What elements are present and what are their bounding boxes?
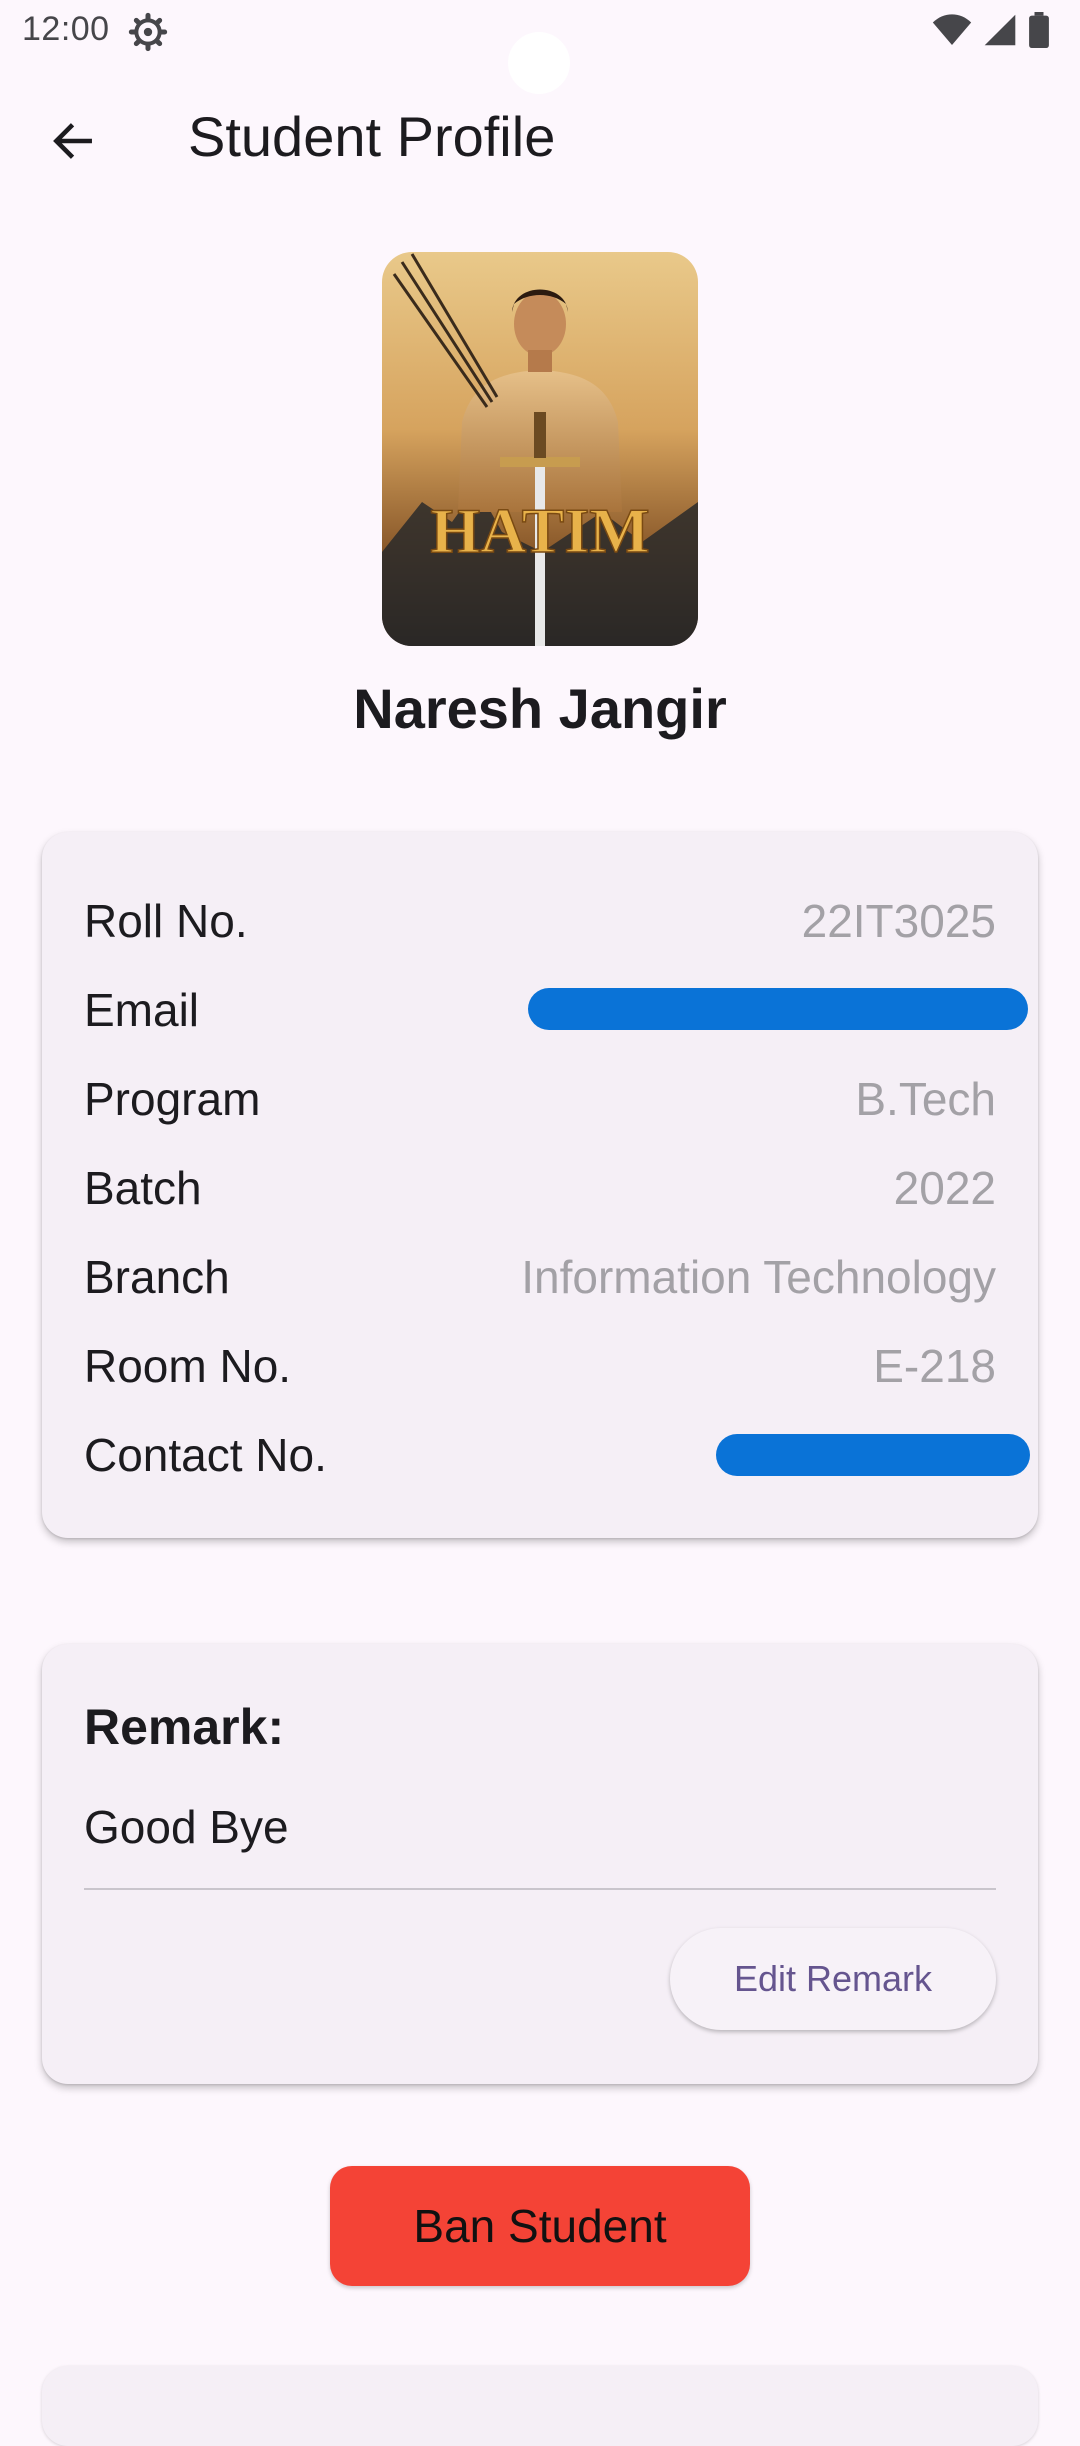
app-bar: Student Profile (0, 64, 1080, 212)
status-icons (932, 12, 1050, 48)
info-row-branch: Branch Information Technology (84, 1250, 996, 1310)
next-card (42, 2366, 1038, 2446)
branch-label: Branch (84, 1251, 230, 1303)
batch-value: 2022 (893, 1162, 996, 1214)
settings-gear-icon (128, 12, 168, 52)
room-no-value: E-218 (873, 1340, 996, 1392)
program-label: Program (84, 1073, 261, 1125)
remark-card: Remark: Good Bye Edit Remark (42, 1644, 1038, 2084)
photo-caption: HATIM (430, 495, 649, 566)
room-no-label: Room No. (84, 1340, 292, 1392)
student-info-card: Roll No. 22IT3025 Email Program B.Tech B… (42, 832, 1038, 1538)
student-name: Naresh Jangir (353, 677, 727, 740)
edit-remark-button[interactable]: Edit Remark (670, 1928, 996, 2030)
page-title: Student Profile (188, 105, 556, 168)
wifi-icon (932, 14, 972, 45)
email-redaction (528, 988, 1028, 1030)
contact-redaction (716, 1434, 1030, 1476)
profile-image: HATIM (382, 252, 698, 646)
program-value: B.Tech (855, 1073, 996, 1125)
info-row-batch: Batch 2022 (84, 1161, 996, 1221)
info-row-room-no: Room No. E-218 (84, 1339, 996, 1399)
status-time: 12:00 (22, 10, 110, 48)
info-row-roll-no: Roll No. 22IT3025 (84, 894, 996, 954)
remark-title: Remark: (84, 1699, 285, 1755)
roll-no-label: Roll No. (84, 895, 248, 947)
ban-student-button[interactable]: Ban Student (330, 2166, 750, 2286)
batch-label: Batch (84, 1162, 202, 1214)
arrow-left-icon (53, 123, 92, 159)
contact-no-label: Contact No. (84, 1429, 327, 1481)
remark-text: Good Bye (84, 1801, 289, 1853)
back-button[interactable] (36, 104, 110, 178)
battery-icon (1029, 12, 1049, 48)
branch-value: Information Technology (521, 1251, 996, 1303)
email-label: Email (84, 984, 200, 1036)
info-row-program: Program B.Tech (84, 1072, 996, 1132)
student-photo: HATIM (382, 252, 698, 646)
status-bar: 12:00 (0, 0, 1080, 94)
signal-icon (984, 14, 1016, 46)
remark-divider (84, 1888, 996, 1890)
roll-no-value: 22IT3025 (801, 895, 996, 947)
